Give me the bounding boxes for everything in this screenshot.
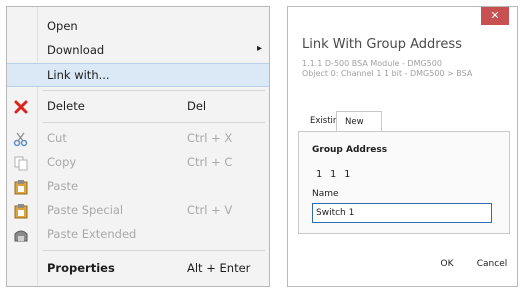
group-address-label: Group Address — [312, 145, 388, 155]
menu-item-label: Paste Extended — [47, 227, 137, 241]
menu-item-open[interactable]: Open — [7, 15, 269, 39]
cancel-button[interactable]: Cancel — [470, 253, 514, 275]
menu-separator — [43, 122, 265, 123]
paste-icon — [13, 179, 29, 195]
group-address-value[interactable]: 1 1 1 — [316, 169, 351, 180]
menu-item-shortcut: Ctrl + X — [187, 131, 233, 145]
menu-item-label: Paste — [47, 179, 79, 193]
menu-item-download[interactable]: Download ▸ — [7, 39, 269, 63]
name-label: Name — [312, 189, 339, 199]
menu-item-delete[interactable]: Delete Del — [7, 95, 269, 119]
menu-item-shortcut: Del — [187, 99, 207, 113]
menu-separator — [43, 90, 265, 91]
menu-item-link-with[interactable]: Link with... — [7, 63, 269, 87]
paste-special-icon — [13, 203, 29, 219]
dialog-subtitle-device: 1.1.1 D-500 BSA Module - DMG500 — [302, 59, 442, 68]
close-button[interactable]: ✕ — [481, 7, 509, 25]
dialog-title: Link With Group Address — [302, 37, 462, 52]
menu-item-shortcut: Ctrl + V — [187, 203, 233, 217]
menu-item-paste[interactable]: Paste — [7, 175, 269, 199]
menu-item-label: Download — [47, 43, 105, 57]
name-input[interactable] — [312, 203, 492, 223]
menu-item-label: Cut — [47, 131, 67, 145]
paste-extended-icon — [13, 227, 29, 243]
context-menu: Open Download ▸ Link with... Delete Del … — [6, 6, 270, 287]
menu-item-paste-special[interactable]: Paste Special Ctrl + V — [7, 199, 269, 223]
ok-button[interactable]: OK — [428, 253, 466, 275]
menu-item-shortcut: Ctrl + C — [187, 155, 233, 169]
menu-item-label: Paste Special — [47, 203, 124, 217]
menu-item-label: Copy — [47, 155, 77, 169]
menu-item-label: Open — [47, 19, 78, 33]
menu-item-label: Link with... — [47, 68, 110, 82]
cut-icon — [13, 131, 29, 147]
dialog-subtitle-object: Object 0: Channel 1 1 bit - DMG500 > BSA — [302, 69, 473, 78]
menu-item-copy[interactable]: Copy Ctrl + C — [7, 151, 269, 175]
link-group-address-dialog: ✕ Link With Group Address 1.1.1 D-500 BS… — [287, 6, 518, 287]
menu-separator — [43, 250, 265, 251]
menu-item-label: Properties — [47, 261, 115, 275]
submenu-arrow-icon: ▸ — [257, 43, 263, 54]
menu-item-cut[interactable]: Cut Ctrl + X — [7, 127, 269, 151]
tab-new[interactable]: New — [336, 111, 382, 132]
menu-item-shortcut: Alt + Enter — [187, 261, 251, 275]
copy-icon — [13, 155, 29, 171]
menu-item-label: Delete — [47, 99, 85, 113]
close-icon: ✕ — [490, 9, 500, 22]
menu-item-paste-extended[interactable]: Paste Extended — [7, 223, 269, 247]
menu-item-properties[interactable]: Properties Alt + Enter — [7, 257, 269, 281]
delete-icon — [13, 99, 29, 115]
